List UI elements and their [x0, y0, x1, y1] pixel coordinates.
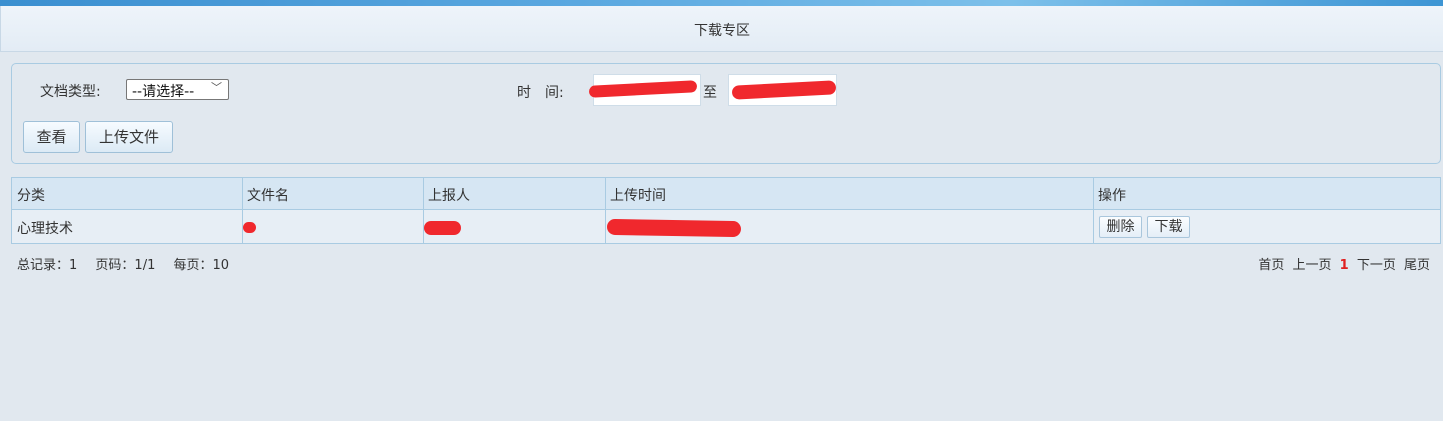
upload-file-button[interactable]: 上传文件 — [85, 121, 173, 153]
first-page-link[interactable]: 首页 — [1258, 258, 1284, 273]
doc-type-selected-value: --请选择-- — [132, 84, 195, 100]
col-header-reporter: 上报人 — [428, 188, 470, 204]
current-page: 1 — [1339, 258, 1349, 273]
end-date-input[interactable] — [728, 74, 837, 106]
doc-type-select[interactable]: --请选择-- ﹀ — [126, 79, 229, 100]
view-button[interactable]: 查看 — [23, 121, 80, 153]
file-table: 分类 文件名 上报人 上传时间 操作 心理技术 删除 下载 — [11, 177, 1441, 244]
table-row: 心理技术 — [12, 210, 1440, 243]
page-title: 下载专区 — [694, 23, 750, 39]
col-header-category: 分类 — [17, 188, 45, 204]
cell-category: 心理技术 — [17, 221, 73, 237]
to-label: 至 — [703, 85, 717, 101]
delete-button[interactable]: 删除 — [1099, 216, 1142, 238]
next-page-link[interactable]: 下一页 — [1357, 258, 1396, 273]
redaction-mark — [588, 80, 698, 98]
pagination: 首页 上一页 1 下一页 尾页 — [1254, 254, 1430, 273]
redaction-mark — [243, 222, 256, 233]
redaction-mark — [731, 80, 837, 100]
record-summary: 总记录：1 页码：1/1 每页：10 — [17, 254, 243, 273]
prev-page-link[interactable]: 上一页 — [1292, 258, 1331, 273]
download-button[interactable]: 下载 — [1147, 216, 1190, 238]
col-header-filename: 文件名 — [247, 188, 289, 204]
redaction-mark — [424, 221, 461, 235]
start-date-input[interactable] — [588, 74, 701, 106]
time-label: 时 间: — [517, 85, 564, 101]
doc-type-label: 文档类型: — [40, 84, 101, 100]
redaction-mark — [606, 218, 742, 238]
page-number: 页码：1/1 — [95, 258, 156, 273]
col-header-upload-time: 上传时间 — [610, 188, 666, 204]
total-records: 总记录：1 — [17, 258, 78, 273]
per-page: 每页：10 — [173, 258, 230, 273]
chevron-down-icon: ﹀ — [211, 81, 222, 94]
last-page-link[interactable]: 尾页 — [1404, 258, 1430, 273]
table-header: 分类 文件名 上报人 上传时间 操作 — [12, 178, 1440, 210]
col-header-actions: 操作 — [1098, 188, 1126, 204]
filter-panel: 文档类型: --请选择-- ﹀ 时 间: 至 查看 上传文件 — [11, 63, 1441, 164]
panel-titlebar: 下载专区 — [0, 6, 1443, 52]
